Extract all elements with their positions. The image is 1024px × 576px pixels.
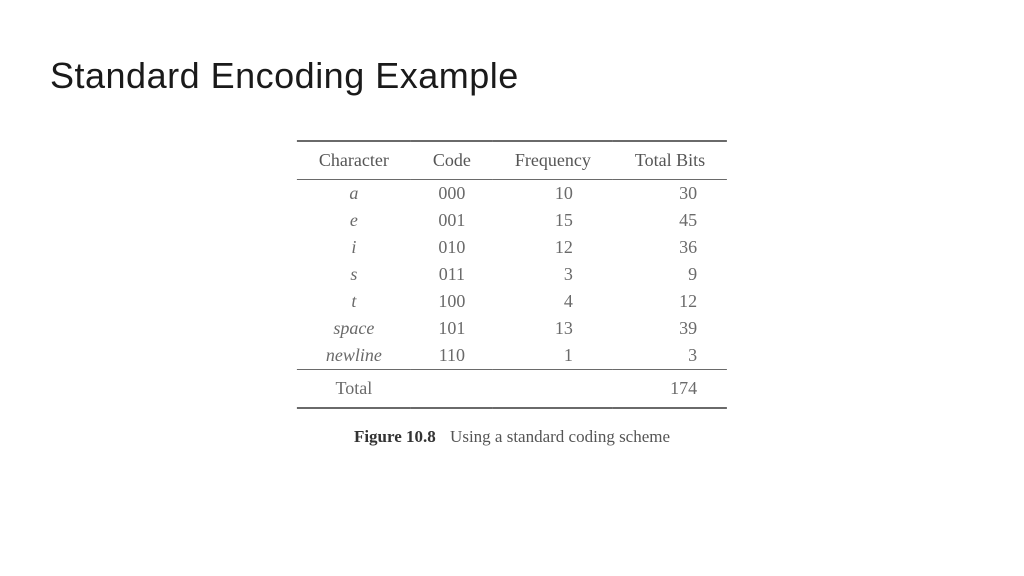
cell-character: i [297,234,411,261]
cell-code: 010 [411,234,493,261]
footer-total-label: Total [297,370,411,409]
cell-frequency: 1 [493,342,613,370]
table-row: e 001 15 45 [297,207,727,234]
cell-character: a [297,180,411,208]
col-header-frequency: Frequency [493,141,613,180]
cell-totalbits: 39 [613,315,727,342]
cell-totalbits: 9 [613,261,727,288]
footer-empty [411,370,493,409]
table-row: a 000 10 30 [297,180,727,208]
cell-character: space [297,315,411,342]
encoding-table: Character Code Frequency Total Bits a 00… [297,140,727,409]
cell-totalbits: 45 [613,207,727,234]
col-header-totalbits: Total Bits [613,141,727,180]
cell-code: 100 [411,288,493,315]
cell-frequency: 15 [493,207,613,234]
cell-frequency: 13 [493,315,613,342]
cell-character: t [297,288,411,315]
table-row: t 100 4 12 [297,288,727,315]
col-header-character: Character [297,141,411,180]
table-header-row: Character Code Frequency Total Bits [297,141,727,180]
col-header-code: Code [411,141,493,180]
figure-caption-text: Using a standard coding scheme [450,427,670,446]
cell-totalbits: 3 [613,342,727,370]
cell-totalbits: 12 [613,288,727,315]
cell-code: 110 [411,342,493,370]
cell-frequency: 3 [493,261,613,288]
cell-character: s [297,261,411,288]
cell-code: 001 [411,207,493,234]
table-row: space 101 13 39 [297,315,727,342]
cell-code: 101 [411,315,493,342]
cell-frequency: 10 [493,180,613,208]
figure-number: Figure 10.8 [354,427,436,446]
cell-totalbits: 30 [613,180,727,208]
figure-caption: Figure 10.8 Using a standard coding sche… [297,427,727,447]
cell-frequency: 4 [493,288,613,315]
cell-code: 000 [411,180,493,208]
cell-character: e [297,207,411,234]
table-row: newline 110 1 3 [297,342,727,370]
cell-code: 011 [411,261,493,288]
slide: Standard Encoding Example Character Code… [0,0,1024,576]
page-title: Standard Encoding Example [50,55,519,97]
table-row: i 010 12 36 [297,234,727,261]
footer-empty [493,370,613,409]
cell-frequency: 12 [493,234,613,261]
cell-character: newline [297,342,411,370]
table-row: s 011 3 9 [297,261,727,288]
footer-total-bits: 174 [613,370,727,409]
table-footer-row: Total 174 [297,370,727,409]
figure: Character Code Frequency Total Bits a 00… [297,140,727,447]
cell-totalbits: 36 [613,234,727,261]
